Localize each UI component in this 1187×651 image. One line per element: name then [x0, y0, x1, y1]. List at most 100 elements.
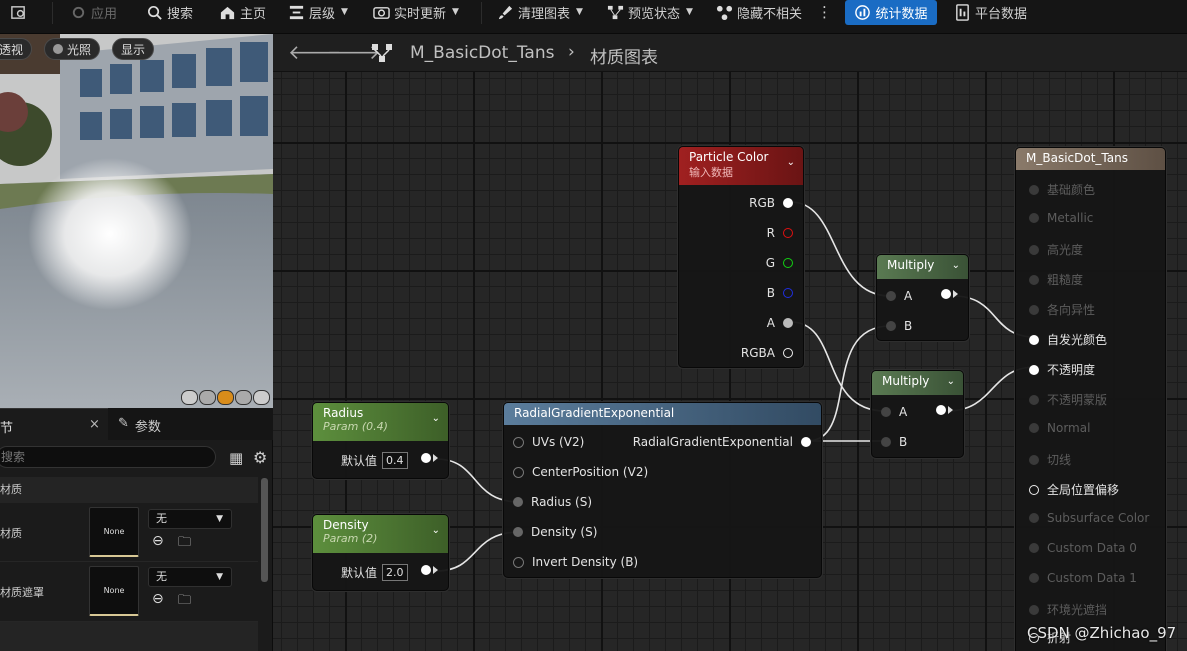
cylinder-icon[interactable]	[181, 390, 198, 405]
pin-output[interactable]	[421, 453, 438, 463]
pin-dot	[1029, 364, 1039, 375]
details-scrollbar[interactable]	[261, 478, 268, 582]
pin-label: Radius (S)	[531, 495, 593, 509]
cube-icon[interactable]	[235, 390, 252, 405]
chevron-down-icon[interactable]: ⌄	[952, 260, 960, 271]
pin-a[interactable]: A	[767, 316, 793, 330]
pin-emissive-color[interactable]: 自发光颜色	[1029, 331, 1107, 348]
default-value-input[interactable]: 2.0	[382, 564, 408, 581]
pin-output[interactable]	[421, 565, 438, 575]
pin-rgb[interactable]: RGB	[749, 196, 793, 210]
hide-unrelated-button[interactable]: 隐藏不相关	[716, 0, 802, 24]
use-selected-icon[interactable]: ⊖	[152, 591, 164, 607]
live-update-button[interactable]: 实时更新 ▼	[373, 0, 459, 24]
pin-world-position-offset[interactable]: 全局位置偏移	[1029, 481, 1119, 498]
plane-icon[interactable]	[217, 390, 234, 405]
pin-b[interactable]: B	[767, 286, 793, 300]
node-material-result[interactable]: M_BasicDot_Tans 基础颜色 Metallic 高光度 粗糙度 各向…	[1015, 147, 1166, 651]
pin-output[interactable]: RadialGradientExponential	[633, 435, 811, 449]
pin-ambient-occlusion[interactable]: 环境光遮挡	[1029, 601, 1107, 618]
gear-icon[interactable]: ⚙	[253, 448, 267, 467]
platform-stats-button[interactable]: 平台数据	[954, 0, 1027, 24]
browse-folder-icon[interactable]: 🗀	[178, 591, 191, 613]
breadcrumb-asset[interactable]: M_BasicDot_Tans	[410, 43, 554, 63]
pin-anisotropy[interactable]: 各向异性	[1029, 301, 1095, 318]
details-search-input[interactable]: 搜索	[0, 446, 216, 468]
chevron-down-icon[interactable]: ⌄	[432, 413, 440, 424]
preview-state-button[interactable]: 预览状态 ▼	[607, 0, 693, 24]
pin-center-position[interactable]: CenterPosition (V2)	[513, 465, 648, 479]
pin-dot	[801, 437, 811, 447]
pin-g[interactable]: G	[766, 256, 793, 270]
default-value-row: 默认值 0.4	[341, 452, 408, 469]
pin-uvs[interactable]: UVs (V2)	[513, 435, 584, 449]
chevron-down-icon[interactable]: ⌄	[787, 157, 795, 168]
pin-a-input[interactable]: A	[881, 405, 907, 419]
chevron-down-icon[interactable]: ⌄	[947, 376, 955, 387]
graph-header: 🡐 🡒 M_BasicDot_Tans › 材质图表	[273, 34, 1187, 72]
pin-label: 环境光遮挡	[1047, 603, 1108, 617]
more-options-icon[interactable]: ⋮	[817, 0, 832, 24]
search-button[interactable]: 搜索	[146, 0, 193, 24]
tab-details[interactable]: 节 ×	[0, 408, 108, 440]
use-selected-icon[interactable]: ⊖	[152, 533, 164, 549]
mask-combo[interactable]: 无 ▼	[148, 567, 232, 587]
pin-roughness[interactable]: 粗糙度	[1029, 271, 1083, 288]
nodes-icon	[607, 5, 624, 19]
teapot-icon[interactable]	[253, 390, 270, 405]
lit-button[interactable]: 光照	[44, 38, 101, 60]
node-density-param[interactable]: Density Param (2) ⌄ 默认值 2.0	[312, 514, 449, 591]
pin-r[interactable]: R	[767, 226, 793, 240]
pin-metallic[interactable]: Metallic	[1029, 211, 1093, 225]
category-collapsed[interactable]	[0, 622, 258, 651]
camera-icon	[373, 6, 390, 19]
pin-label: 全局位置偏移	[1047, 483, 1120, 497]
browse-folder-icon[interactable]: 🗀	[178, 533, 191, 555]
node-radius-param[interactable]: Radius Param (0.4) ⌄ 默认值 0.4	[312, 402, 449, 479]
node-particle-color[interactable]: Particle Color 输入数据 ⌄ RGB R G B A RGBA	[678, 146, 804, 368]
apply-button[interactable]: 应用	[70, 0, 117, 24]
pin-invert-density[interactable]: Invert Density (B)	[513, 555, 638, 569]
pin-output[interactable]	[941, 289, 958, 299]
show-button[interactable]: 显示	[112, 38, 155, 60]
pin-custom-data-1[interactable]: Custom Data 1	[1029, 571, 1137, 585]
pin-custom-data-0[interactable]: Custom Data 0	[1029, 541, 1137, 555]
pin-subsurface-color[interactable]: Subsurface Color	[1029, 511, 1149, 525]
pin-b-input[interactable]: B	[886, 319, 912, 333]
pin-rgba[interactable]: RGBA	[741, 346, 793, 360]
pin-output[interactable]	[936, 405, 953, 415]
pin-opacity-mask[interactable]: 不透明蒙版	[1029, 391, 1107, 408]
browse-icon[interactable]	[10, 0, 27, 24]
pin-normal[interactable]: Normal	[1029, 421, 1090, 435]
pin-tangent[interactable]: 切线	[1029, 451, 1071, 468]
pin-opacity[interactable]: 不透明度	[1029, 361, 1095, 378]
default-value-input[interactable]: 0.4	[382, 452, 408, 469]
preview-viewport[interactable]: 透视 光照 显示	[0, 34, 273, 408]
pin-specular[interactable]: 高光度	[1029, 241, 1083, 258]
table-view-icon[interactable]: ▦	[229, 449, 243, 467]
close-icon[interactable]: ×	[89, 417, 100, 432]
pin-label: UVs (V2)	[532, 435, 585, 449]
pin-a-input[interactable]: A	[886, 289, 912, 303]
node-radial-gradient-exponential[interactable]: RadialGradientExponential UVs (V2) Cente…	[503, 402, 822, 578]
material-thumbnail[interactable]: None	[89, 507, 139, 557]
chevron-down-icon[interactable]: ⌄	[432, 525, 440, 536]
home-button[interactable]: 主页	[219, 0, 266, 24]
clean-graph-button[interactable]: 清理图表 ▼	[497, 0, 583, 24]
mask-thumbnail[interactable]: None	[89, 566, 139, 616]
hierarchy-button[interactable]: 层级 ▼	[288, 0, 348, 24]
breadcrumb-graph[interactable]: 材质图表	[590, 43, 658, 68]
sphere-icon[interactable]	[199, 390, 216, 405]
pin-density[interactable]: Density (S)	[513, 525, 597, 539]
node-multiply-1[interactable]: Multiply ⌄ A B	[876, 254, 969, 341]
node-multiply-2[interactable]: Multiply ⌄ A B	[871, 370, 964, 458]
category-material[interactable]: 材质	[0, 477, 258, 503]
pin-base-color[interactable]: 基础颜色	[1029, 181, 1095, 198]
material-combo[interactable]: 无 ▼	[148, 509, 232, 529]
stats-button[interactable]: 统计数据	[845, 0, 937, 25]
pin-b-input[interactable]: B	[881, 435, 907, 449]
tab-params[interactable]: ✎ 参数	[118, 416, 161, 435]
pin-radius[interactable]: Radius (S)	[513, 495, 592, 509]
perspective-button[interactable]: 透视	[0, 38, 33, 60]
property-row-material: 材质 None 无 ▼ ⊖ 🗀	[0, 503, 258, 562]
